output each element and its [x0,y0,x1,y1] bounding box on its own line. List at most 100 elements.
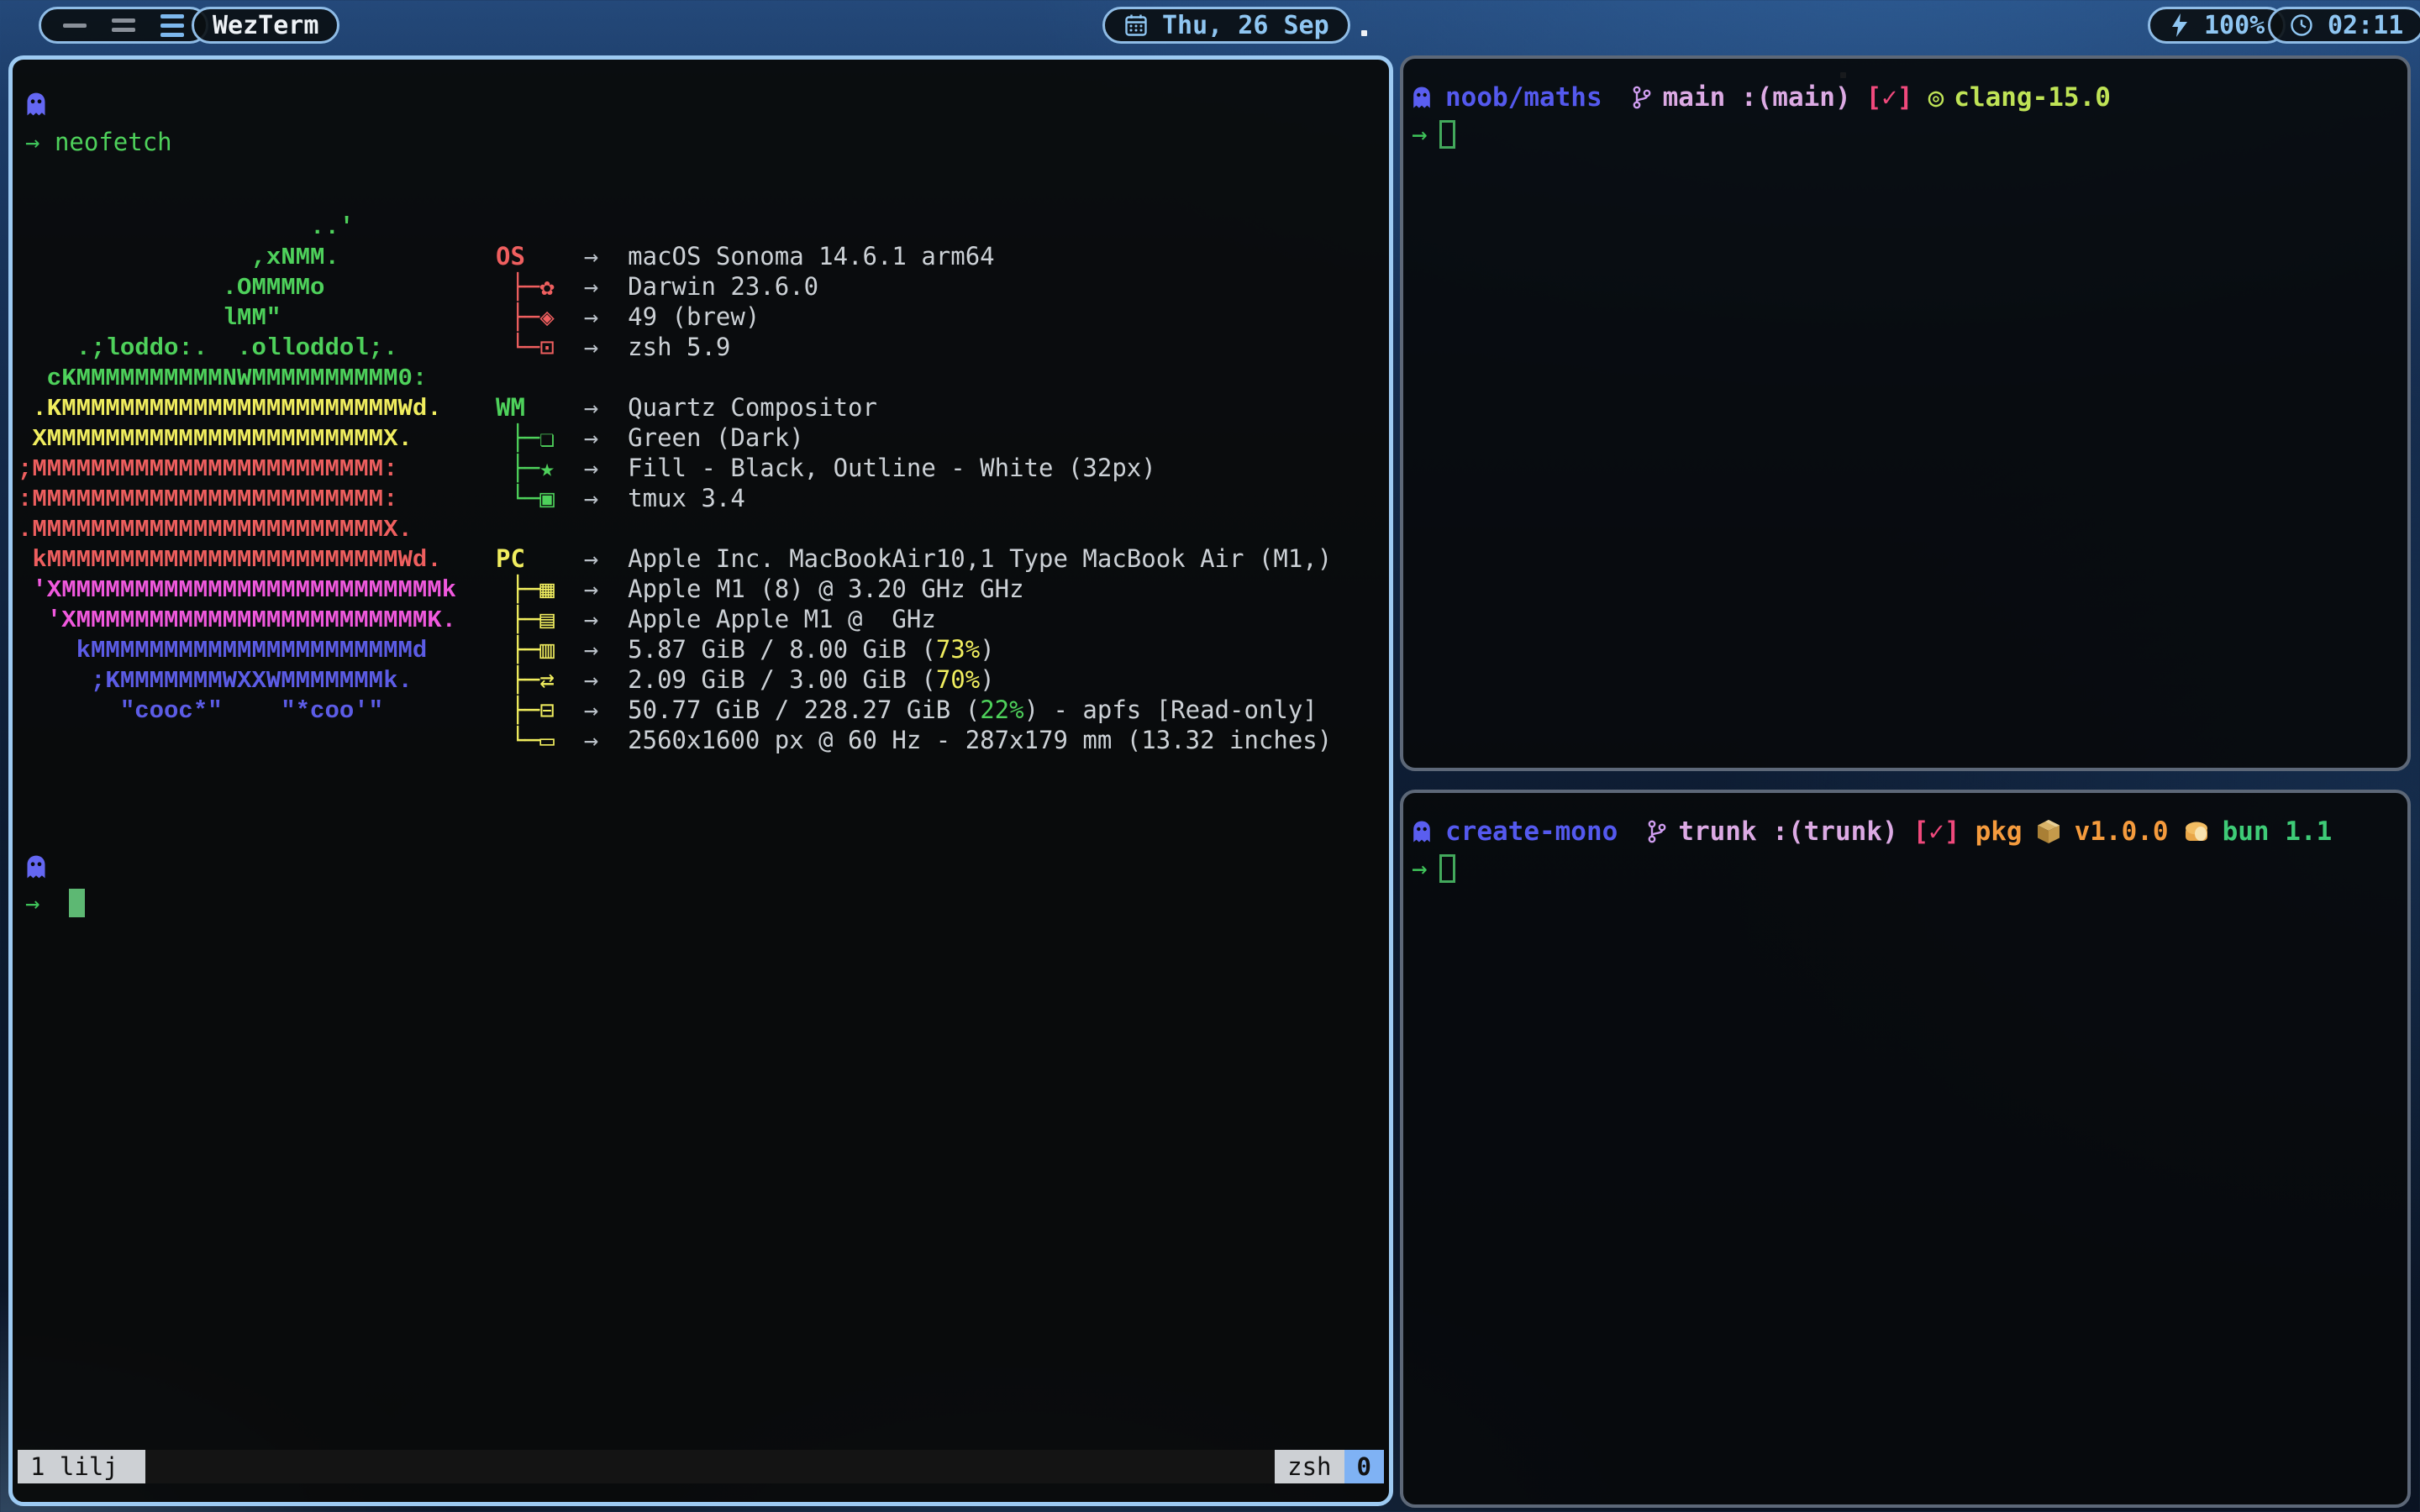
date-label: Thu, 26 Sep [1162,11,1329,40]
tree-branch: ├─ [496,423,539,452]
tree-branch: ├─ [496,696,539,724]
battery-label: 100% [2204,11,2265,40]
info-value: ) - apfs [Read-only] [1024,696,1318,724]
tree-branch: ├─ [496,665,539,694]
terminal-pane-bottom-right[interactable]: create-mono trunk :(trunk) [✓] pkg v1.0.… [1400,790,2411,1508]
info-value: Darwin 23.6.0 [628,272,818,301]
repo-name: create-mono [1445,816,1618,847]
menu-icon[interactable] [160,14,184,37]
info-value: Apple Apple M1 @ GHz [628,605,936,633]
git-branch-icon [1646,819,1668,844]
runtime-label: bun 1.1 [2223,816,2333,847]
tree-branch: └─ [496,726,539,754]
app-title-tab[interactable]: WezTerm [192,7,339,44]
tree-branch: └─ [496,333,539,361]
minimize-icon[interactable] [63,24,87,28]
info-value: 73% [936,635,980,664]
cursor-block [69,889,85,917]
clock-widget[interactable]: 02:11 [2268,7,2420,44]
info-value: Fill - Black, Outline - White (32px) [628,454,1156,482]
git-status-check: [✓] [1913,816,1960,847]
neofetch-info: OS → macOS Sonoma 14.6.1 arm64 ├─✿ → Dar… [496,241,1332,785]
gear-icon: ✿ [539,271,554,302]
tmux-command-segment[interactable]: zsh [1275,1450,1344,1483]
prompt-arrow-icon: → [1412,853,1428,884]
star-icon: ★ [539,453,554,483]
arrow-icon: → [584,544,598,573]
clock-label: 02:11 [2328,11,2403,40]
tree-branch: ├─ [496,454,539,482]
arrow-icon: → [584,272,598,301]
date-widget[interactable]: Thu, 26 Sep [1102,7,1350,44]
arrow-icon: → [584,333,598,361]
package-icon: ◈ [539,302,554,332]
info-value: ) [980,665,994,694]
battery-bolt-icon [2169,13,2191,38]
tree-branch: ├─ [496,272,539,301]
command-line: → [1412,853,2407,884]
arrow-icon: → [584,635,598,664]
git-status-check: [✓] [1866,82,1913,113]
tree-branch: ├─ [496,635,539,664]
info-section-pc: PC → Apple Inc. MacBookAir10,1 Type MacB… [496,543,1332,755]
info-value: 2.09 GiB / 3.00 GiB ( [628,665,936,694]
command-line: → [1412,119,2407,150]
info-value: 2560x1600 px @ 60 Hz - 287x179 mm (13.32… [628,726,1332,754]
info-value: tmux 3.4 [628,484,745,512]
prompt-arrow-icon: → [1412,119,1428,150]
tree-branch: ├─ [496,605,539,633]
battery-widget[interactable]: 100% [2148,7,2286,44]
ghost-icon [1412,86,1432,109]
arrow-icon: → [584,696,598,724]
arrow-icon: → [584,423,598,452]
package-manager-label: pkg [1975,816,2023,847]
info-section-title: Quartz Compositor [628,393,877,422]
arrow-icon: → [584,484,598,512]
command-line: → neofetch [25,127,1389,157]
tmux-index-segment[interactable]: 0 [1344,1450,1384,1483]
info-value: Green (Dark) [628,423,804,452]
prompt-arrow-icon: → [25,888,39,918]
tree-branch: ├─ [496,575,539,603]
disk-icon: ⊟ [539,695,554,725]
arrow-icon: → [584,393,598,422]
tree-branch: └─ [496,484,539,512]
theme-icon: ❏ [539,423,554,453]
toolchain-label: clang-15.0 [1954,82,2111,113]
top-bar: WezTerm Thu, 26 Sep 100% [0,0,2420,52]
terminal-pane-top-right[interactable]: noob/maths main :(main) [✓] ◎ clang-15.0… [1400,55,2411,771]
arrow-icon: → [584,665,598,694]
shell-prompt-header: noob/maths main :(main) [✓] ◎ clang-15.0 [1412,81,2407,114]
info-value: 50.77 GiB / 228.27 GiB ( [628,696,980,724]
info-section-os: OS → macOS Sonoma 14.6.1 arm64 ├─✿ → Dar… [496,241,1332,362]
window-controls[interactable] [39,7,208,44]
package-version-label: v1.0.0 [2075,816,2169,847]
bread-icon [2182,819,2211,844]
arrow-icon: → [584,242,598,270]
arrow-icon: → [584,302,598,331]
info-value: 70% [936,665,980,694]
info-section-title: Apple Inc. MacBookAir10,1 Type MacBook A… [628,544,1332,573]
memory-icon: ▥ [539,634,554,664]
prompt-arrow-icon: → [25,127,39,157]
git-branch-icon [1631,85,1653,110]
split-layout-icon[interactable] [112,18,135,32]
command-line: → [25,888,1389,918]
info-section-title: macOS Sonoma 14.6.1 arm64 [628,242,995,270]
gpu-icon: ▤ [539,604,554,634]
cursor-block [1439,120,1455,149]
swap-icon: ⇄ [539,664,554,695]
info-section-label: WM [496,393,584,422]
command-text: neofetch [55,127,172,157]
info-value: zsh 5.9 [628,333,730,361]
terminal-icon: ▣ [539,483,554,513]
tmux-window-tab[interactable]: 1 lilj [18,1450,145,1483]
cpu-icon: ▦ [539,574,554,604]
repo-name: noob/maths [1445,82,1602,113]
info-value: 22% [980,696,1023,724]
package-icon [2034,818,2063,845]
arrow-icon: → [584,454,598,482]
terminal-pane-left[interactable]: → neofetch ..' ,xNMM. .OMMMMo lMM" .;lod… [8,55,1393,1506]
shell-icon: ⊡ [539,332,554,362]
tmux-status-bar: 1 lilj zsh 0 [18,1450,1384,1483]
